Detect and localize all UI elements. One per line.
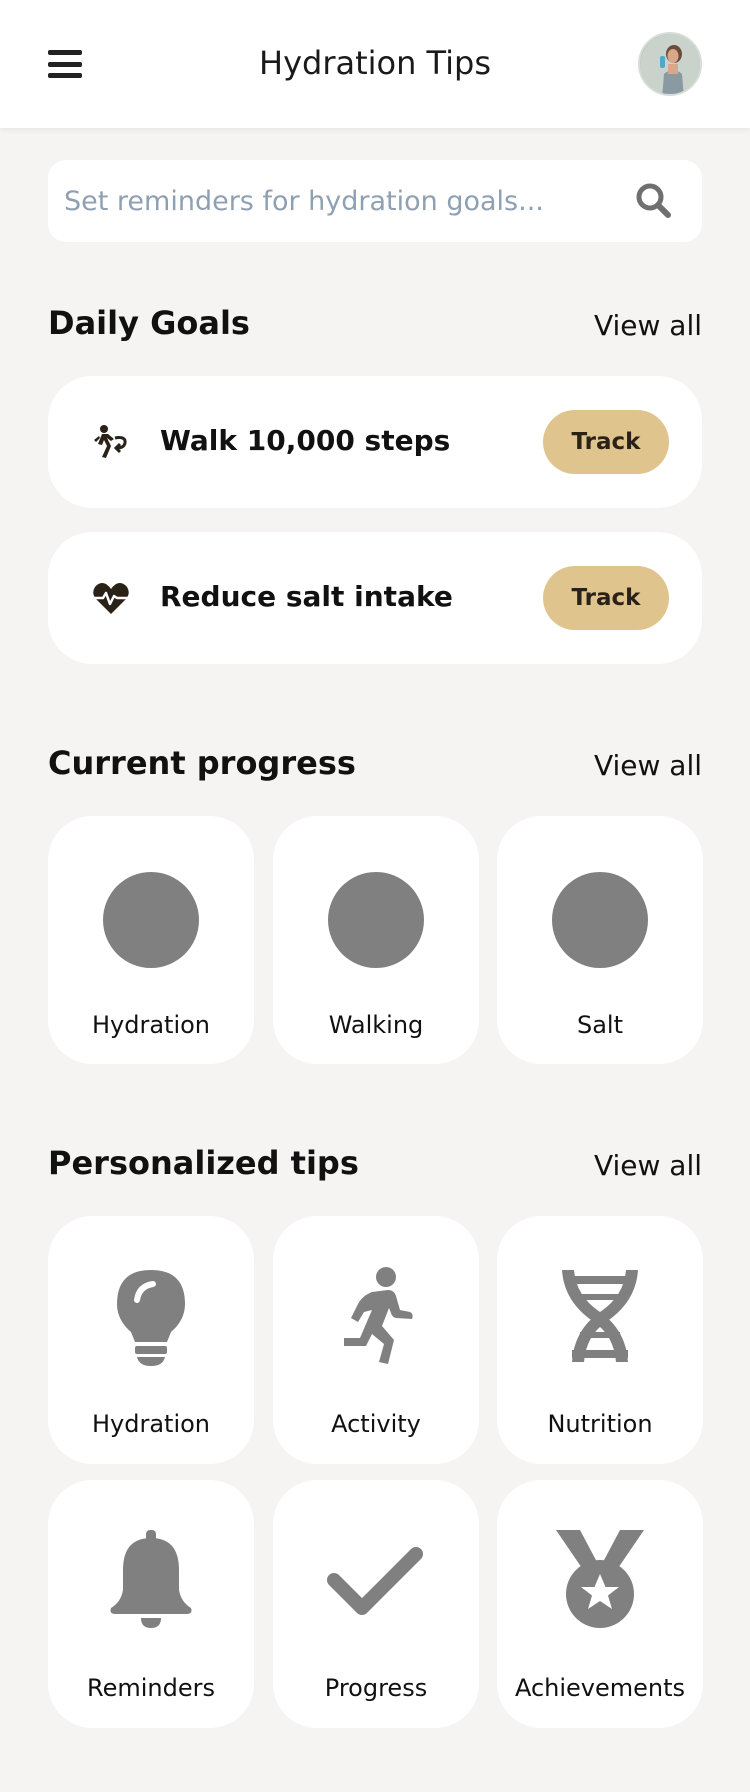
tip-tile-nutrition[interactable]: Nutrition bbox=[497, 1216, 703, 1464]
daily-goals-view-all-link[interactable]: View all bbox=[594, 309, 702, 342]
goal-label: Reduce salt intake bbox=[160, 580, 453, 613]
tile-label: Achievements bbox=[514, 1674, 686, 1702]
goal-card-walk: Walk 10,000 steps Track bbox=[48, 376, 702, 508]
progress-circle bbox=[103, 872, 199, 968]
progress-circle bbox=[552, 872, 648, 968]
daily-goals-title: Daily Goals bbox=[48, 304, 250, 342]
track-button[interactable]: Track bbox=[543, 410, 669, 474]
progress-tile-salt[interactable]: Salt bbox=[497, 816, 703, 1064]
tip-tile-hydration[interactable]: Hydration bbox=[48, 1216, 254, 1464]
tile-label: Nutrition bbox=[547, 1410, 653, 1438]
tile-label: Salt bbox=[576, 1011, 624, 1039]
personalized-tips-title: Personalized tips bbox=[48, 1144, 359, 1182]
personalized-tips-view-all-link[interactable]: View all bbox=[594, 1149, 702, 1182]
current-progress-title: Current progress bbox=[48, 744, 356, 782]
tile-label: Activity bbox=[331, 1410, 421, 1438]
goal-card-salt: Reduce salt intake Track bbox=[48, 532, 702, 664]
goal-label: Walk 10,000 steps bbox=[160, 424, 451, 457]
tile-label: Walking bbox=[328, 1011, 424, 1039]
search-icon[interactable] bbox=[634, 181, 674, 221]
current-progress-view-all-link[interactable]: View all bbox=[594, 749, 702, 782]
search-bar bbox=[48, 160, 702, 242]
tip-tile-progress[interactable]: Progress bbox=[273, 1480, 479, 1728]
avatar[interactable] bbox=[638, 32, 702, 96]
progress-circle bbox=[328, 872, 424, 968]
lightbulb-icon bbox=[101, 1266, 201, 1366]
heart-pulse-icon bbox=[92, 580, 130, 616]
medal-icon bbox=[550, 1530, 650, 1630]
checkmark-icon bbox=[326, 1530, 426, 1630]
app-header: Hydration Tips bbox=[0, 0, 750, 128]
progress-tile-hydration[interactable]: Hydration bbox=[48, 816, 254, 1064]
dna-icon bbox=[550, 1266, 650, 1366]
track-button[interactable]: Track bbox=[543, 566, 669, 630]
tip-tile-reminders[interactable]: Reminders bbox=[48, 1480, 254, 1728]
tip-tile-achievements[interactable]: Achievements bbox=[497, 1480, 703, 1728]
tile-label: Hydration bbox=[91, 1410, 211, 1438]
progress-tile-walking[interactable]: Walking bbox=[273, 816, 479, 1064]
tile-label: Progress bbox=[324, 1674, 428, 1702]
bell-icon bbox=[101, 1530, 201, 1630]
tile-label: Reminders bbox=[87, 1674, 215, 1702]
tip-tile-activity[interactable]: Activity bbox=[273, 1216, 479, 1464]
avatar-image bbox=[640, 34, 700, 94]
running-icon bbox=[326, 1266, 426, 1366]
walking-icon bbox=[92, 424, 130, 460]
search-input[interactable] bbox=[64, 160, 624, 242]
tile-label: Hydration bbox=[91, 1011, 211, 1039]
